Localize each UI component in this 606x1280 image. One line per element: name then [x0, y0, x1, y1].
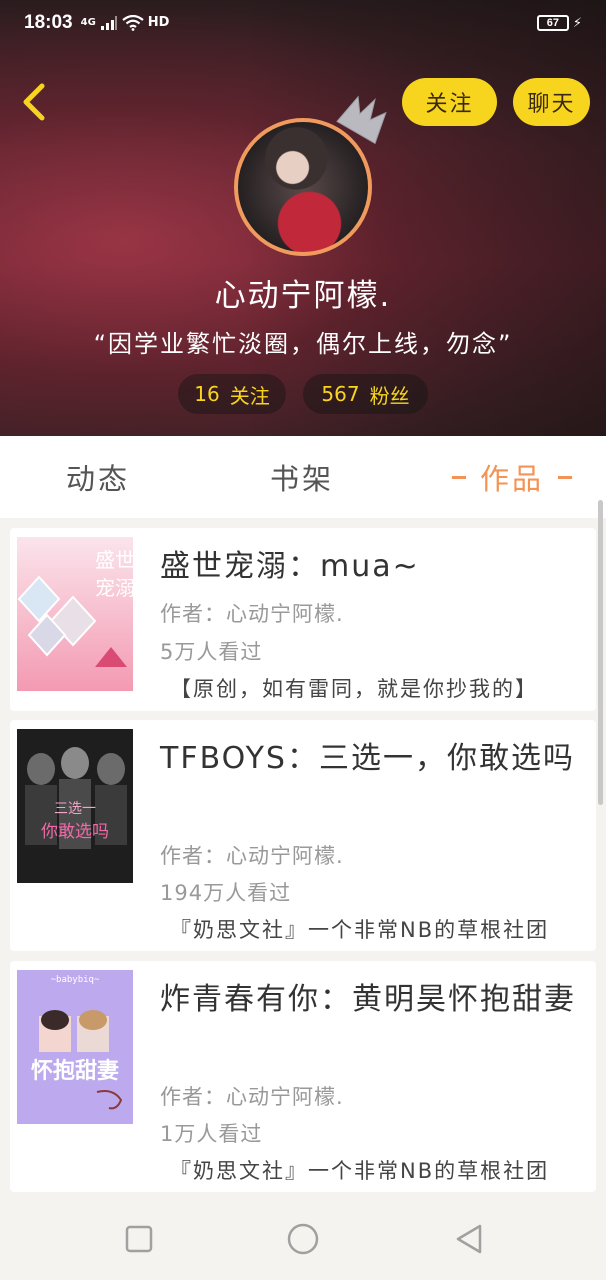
work-card[interactable]: ~babybiq~ 怀抱甜妻 炸青春有你：黄明昊怀抱甜妻 作者：心动宁阿檬. 1…: [10, 961, 596, 1192]
work-views: 1万人看过: [160, 1122, 263, 1146]
battery-icon: 67: [536, 15, 569, 31]
work-author: 作者：心动宁阿檬.: [160, 602, 344, 626]
following-count: 16: [194, 382, 220, 406]
signal-icon: [100, 16, 117, 30]
cover-subtitle: 你敢选吗: [41, 822, 109, 842]
crown-icon: [336, 95, 387, 145]
fans-stat[interactable]: 567 粉丝: [303, 374, 428, 414]
work-title[interactable]: 炸青春有你：黄明昊怀抱甜妻: [160, 977, 590, 1023]
status-right: 67 ⚡: [536, 15, 582, 31]
status-time: 18:03: [24, 12, 73, 33]
work-author: 作者：心动宁阿檬.: [160, 1085, 344, 1109]
tab-bookshelf[interactable]: 书架: [270, 456, 334, 498]
following-stat[interactable]: 16 关注: [178, 374, 286, 414]
profile-tabs: 动态 书架 作品: [0, 436, 606, 518]
home-button[interactable]: [286, 1222, 320, 1256]
work-author: 作者：心动宁阿檬.: [160, 844, 344, 868]
fans-label: 粉丝: [369, 383, 410, 408]
tab-indicator-left: [452, 475, 466, 479]
profile-header: 18:03 4G HD 67 ⚡ 关注 聊天 心动宁阿檬. “因学业繁忙淡圈，偶…: [0, 0, 606, 436]
work-views: 5万人看过: [160, 640, 263, 664]
wifi-icon: [122, 15, 144, 31]
work-views: 194万人看过: [160, 881, 292, 905]
recent-apps-button[interactable]: [122, 1222, 156, 1256]
work-title[interactable]: TFBOYS：三选一，你敢选吗: [160, 736, 590, 782]
cover-title: ~babybiq~: [51, 975, 100, 985]
status-left: 18:03 4G HD: [24, 12, 169, 34]
book-cover[interactable]: 三选一 你敢选吗: [17, 729, 133, 883]
work-title[interactable]: 盛世宠溺：mua~: [160, 544, 590, 590]
cover-title: 三选一: [54, 801, 96, 817]
back-button[interactable]: [16, 82, 52, 122]
follow-button[interactable]: 关注: [402, 78, 497, 126]
book-cover[interactable]: ~babybiq~ 怀抱甜妻: [17, 970, 133, 1124]
work-intro: 【原创，如有雷同，就是你抄我的】: [170, 677, 538, 701]
work-intro: 『奶思文社』一个非常NB的草根社团: [170, 918, 550, 942]
cover-title: 盛世: [95, 548, 133, 572]
book-cover[interactable]: 盛世 宠溺: [17, 537, 133, 691]
network-type: 4G: [80, 17, 96, 28]
tab-indicator-right: [558, 475, 573, 479]
system-nav-bar: [0, 1198, 606, 1280]
back-nav-button[interactable]: [452, 1222, 486, 1256]
username: 心动宁阿檬.: [214, 278, 392, 314]
scrollbar[interactable]: [598, 500, 603, 805]
fans-count: 567: [321, 382, 360, 406]
work-card[interactable]: 盛世 宠溺 盛世宠溺：mua~ 作者：心动宁阿檬. 5万人看过 【原创，如有雷同…: [10, 528, 596, 711]
status-icons: 4G HD: [80, 15, 170, 31]
cover-subtitle: 宠溺: [95, 576, 133, 600]
work-card[interactable]: 三选一 你敢选吗 TFBOYS：三选一，你敢选吗 作者：心动宁阿檬. 194万人…: [10, 720, 596, 951]
tab-works[interactable]: 作品: [438, 456, 586, 498]
following-label: 关注: [229, 383, 270, 408]
cover-subtitle: 怀抱甜妻: [31, 1058, 119, 1084]
charging-icon: ⚡: [572, 15, 582, 31]
user-bio: “因学业繁忙淡圈，偶尔上线，勿念”: [93, 330, 513, 358]
hd-indicator: HD: [147, 15, 170, 30]
status-bar: 18:03 4G HD 67 ⚡: [0, 0, 606, 46]
chat-button[interactable]: 聊天: [513, 78, 590, 126]
tab-activity[interactable]: 动态: [66, 456, 130, 498]
work-intro: 『奶思文社』一个非常NB的草根社团: [170, 1159, 550, 1183]
tab-works-label: 作品: [480, 462, 545, 496]
